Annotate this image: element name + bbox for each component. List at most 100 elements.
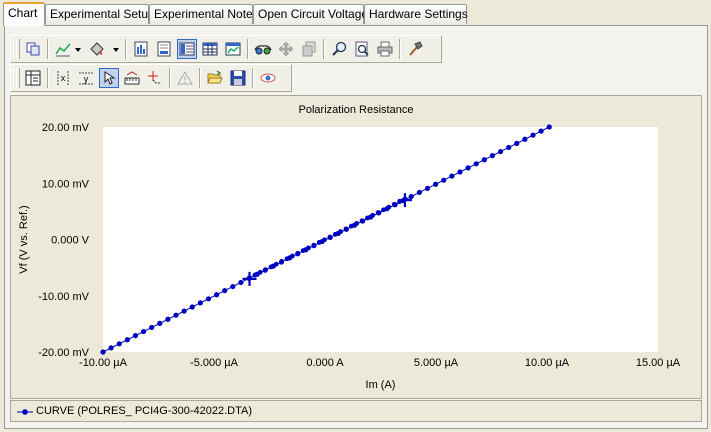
data-point bbox=[416, 189, 423, 196]
data-point bbox=[257, 269, 263, 275]
chevron-down-icon[interactable] bbox=[75, 48, 81, 52]
data-point bbox=[370, 212, 376, 218]
data-point bbox=[222, 288, 228, 294]
data-point bbox=[205, 296, 212, 302]
data-point bbox=[381, 207, 386, 213]
grid-table-icon bbox=[202, 42, 218, 56]
data-table-button[interactable] bbox=[23, 68, 43, 88]
tab-label: Hardware Settings bbox=[369, 7, 468, 21]
data-point bbox=[441, 177, 447, 183]
data-point bbox=[332, 231, 338, 237]
print-button[interactable] bbox=[375, 39, 395, 59]
data-point bbox=[506, 144, 512, 151]
data-point bbox=[327, 234, 333, 240]
open-file-button[interactable] bbox=[205, 68, 225, 88]
y-tick-label: 0.000 V bbox=[51, 235, 90, 247]
cursor-x-button[interactable]: x bbox=[53, 68, 73, 88]
tab-open-circuit-voltage[interactable]: Open Circuit Voltage bbox=[253, 4, 368, 24]
baseline-button[interactable] bbox=[122, 68, 142, 88]
chart-image-button[interactable] bbox=[223, 39, 243, 59]
svg-text:x: x bbox=[61, 73, 66, 83]
select-tool-icon bbox=[104, 71, 116, 85]
baseline-icon bbox=[124, 71, 140, 85]
view-eye-icon bbox=[260, 73, 276, 83]
y-tick-label: -20.00 mV bbox=[38, 347, 89, 359]
polarization-chart[interactable]: Polarization Resistance -10.00 µA -5.000 … bbox=[11, 96, 701, 398]
data-point bbox=[354, 221, 360, 226]
data-point bbox=[295, 250, 301, 256]
tab-experimental-setup[interactable]: Experimental Setup bbox=[45, 4, 155, 24]
copy-button[interactable] bbox=[23, 39, 43, 59]
fill-color-icon bbox=[90, 42, 104, 56]
data-point bbox=[124, 337, 130, 343]
warning-button[interactable] bbox=[175, 68, 195, 88]
chart-area: Polarization Resistance -10.00 µA -5.000 … bbox=[10, 95, 702, 399]
data-point bbox=[189, 304, 195, 310]
list-view-button[interactable] bbox=[154, 39, 174, 59]
print-icon bbox=[377, 41, 393, 57]
zoom-page-button[interactable] bbox=[352, 39, 372, 59]
data-point bbox=[263, 267, 268, 273]
chart-type-icon bbox=[55, 43, 71, 57]
x-axis-label: Im (A) bbox=[366, 379, 396, 391]
data-point bbox=[386, 204, 392, 210]
move-button[interactable] bbox=[276, 39, 296, 59]
data-point bbox=[473, 161, 479, 167]
detail-view-button[interactable] bbox=[177, 39, 197, 59]
plot-area[interactable] bbox=[103, 127, 658, 352]
toolbar-grip bbox=[16, 39, 20, 59]
data-point bbox=[252, 272, 258, 278]
zoom-button[interactable] bbox=[329, 39, 349, 59]
save-button[interactable] bbox=[228, 68, 248, 88]
point-cursor-icon bbox=[148, 71, 161, 84]
warning-icon bbox=[177, 71, 193, 85]
tab-hardware-settings[interactable]: Hardware Settings bbox=[364, 4, 468, 24]
data-point bbox=[173, 312, 179, 318]
zoom-page-icon bbox=[355, 41, 369, 57]
data-point bbox=[375, 210, 381, 215]
tab-label: Experimental Notes bbox=[154, 7, 259, 21]
bar-chart-button[interactable] bbox=[131, 39, 151, 59]
data-point bbox=[424, 185, 431, 191]
data-point bbox=[489, 153, 496, 159]
x-tick-label: 0.000 A bbox=[306, 357, 344, 369]
list-view-icon bbox=[157, 41, 171, 57]
bar-chart-icon bbox=[134, 41, 148, 57]
data-point bbox=[408, 193, 414, 200]
data-point bbox=[100, 349, 106, 355]
data-point bbox=[546, 124, 552, 130]
x-tick-label: 15.00 µA bbox=[636, 357, 681, 369]
cursor-y-button[interactable]: y bbox=[76, 68, 96, 88]
chevron-down-icon[interactable] bbox=[113, 48, 119, 52]
data-point bbox=[230, 283, 236, 290]
copy-icon bbox=[26, 42, 40, 56]
data-point bbox=[449, 173, 455, 179]
tab-experimental-notes[interactable]: Experimental Notes bbox=[149, 4, 259, 24]
tab-label: Chart bbox=[8, 6, 38, 20]
data-point bbox=[433, 181, 439, 187]
data-point bbox=[157, 320, 163, 326]
data-point bbox=[289, 253, 295, 259]
tab-chart[interactable]: Chart bbox=[3, 2, 45, 26]
select-tool-button[interactable] bbox=[99, 68, 119, 88]
data-point bbox=[149, 324, 155, 331]
y-tick-label: -10.00 mV bbox=[38, 291, 89, 303]
3d-view-button[interactable] bbox=[253, 39, 273, 59]
view-button[interactable] bbox=[258, 68, 278, 88]
legend-marker-icon bbox=[17, 409, 33, 415]
data-point bbox=[530, 132, 536, 138]
copy-pages-button[interactable] bbox=[299, 39, 319, 59]
copy-pages-icon bbox=[302, 41, 316, 57]
grid-table-button[interactable] bbox=[200, 39, 220, 59]
data-point bbox=[165, 316, 171, 322]
data-point bbox=[365, 215, 370, 221]
chart-type-button[interactable] bbox=[53, 39, 73, 59]
legend-entry: CURVE (POLRES_ PCI4G-300-42022.DTA) bbox=[36, 405, 253, 417]
data-point bbox=[497, 148, 504, 155]
fill-color-button[interactable] bbox=[87, 39, 107, 59]
tools-button[interactable] bbox=[405, 39, 425, 59]
y-axis: 20.00 mV 10.00 mV 0.000 V -10.00 mV -20.00 m… bbox=[38, 122, 89, 359]
save-icon bbox=[230, 70, 246, 86]
point-cursor-button[interactable] bbox=[145, 68, 165, 88]
data-point bbox=[338, 229, 344, 234]
